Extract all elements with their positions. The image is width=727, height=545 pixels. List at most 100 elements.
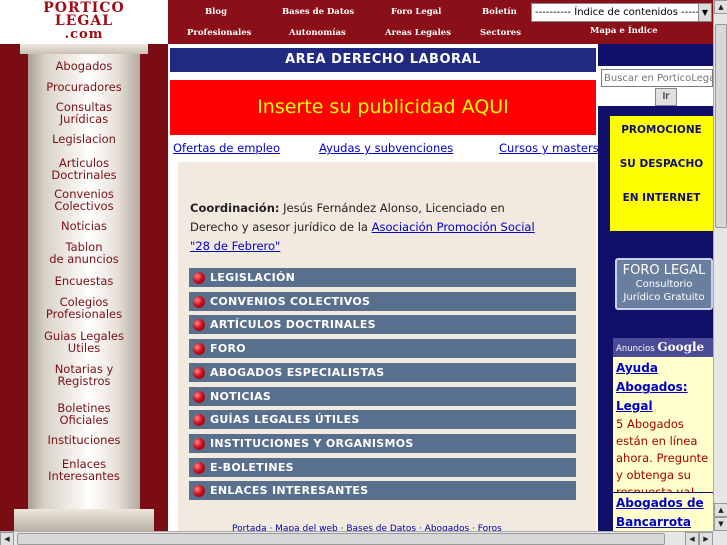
sidebar-item-tablon[interactable]: Tablon de anuncios (28, 241, 140, 265)
sidebar-item-label: Encuestas (54, 274, 114, 288)
menu-item[interactable]: CONVENIOS COLECTIVOS (189, 291, 576, 311)
sidebar-item-label: Instituciones (47, 433, 121, 447)
sidebar-item-label: Consultas Jurídicas (55, 100, 113, 126)
chevron-down-icon[interactable]: ▼ (698, 4, 711, 21)
foro-legal-banner[interactable]: FORO LEGAL Consultorio Jurídico Gratuito (615, 258, 713, 310)
topnav-link[interactable]: Boletín (482, 7, 517, 17)
bullet-ball-icon (193, 343, 205, 356)
foro-title: FORO LEGAL (622, 263, 706, 278)
link-cursos-masters[interactable]: Cursos y masters (499, 141, 599, 155)
horizontal-scrollbar[interactable]: ◀ ◀ ▶ (0, 531, 713, 545)
promo-line-2: SU DESPACHO (619, 158, 704, 170)
sidebar-item-procuradores[interactable]: Procuradores (28, 81, 140, 93)
sidebar-item-label: Noticias (61, 219, 107, 233)
menu-item[interactable]: GUÍAS LEGALES ÚTILES (189, 410, 576, 430)
site-logo[interactable]: PORTICO LEGAL .com (0, 0, 168, 44)
scroll-right-icon[interactable]: ▶ (699, 532, 713, 545)
sidebar-item-label: Guias Legales Utiles (44, 329, 124, 355)
ad-1[interactable]: Ayuda Abogados: Legal 5 Abogados están e… (613, 357, 713, 492)
scroll-left-icon[interactable]: ◀ (0, 532, 14, 545)
link-ayudas-subvenciones[interactable]: Ayudas y subvenciones (319, 141, 453, 155)
topnav-link[interactable]: Areas Legales (385, 28, 451, 38)
sidebar-item-abogados[interactable]: Abogados (28, 60, 140, 72)
left-sidebar: PORTICO LEGAL .com Abogados Procuradores C… (0, 0, 168, 531)
sidebar-item-label: Notarias y Registros (54, 362, 114, 388)
scroll-left-icon[interactable]: ◀ (685, 532, 699, 545)
sidebar-item-colegios[interactable]: Colegios Profesionales (28, 296, 140, 320)
menu-item[interactable]: NOTICIAS (189, 386, 576, 406)
sidebar-item-instituciones[interactable]: Instituciones (28, 434, 140, 446)
vertical-scrollbar[interactable]: ▲ ▲ ▼ (713, 0, 727, 531)
menu-item-label: FORO (210, 342, 246, 356)
sidebar-item-noticias[interactable]: Noticias (28, 220, 140, 232)
sidebar-item-boletines[interactable]: Boletines Oficiales (28, 402, 140, 426)
menu-item[interactable]: ABOGADOS ESPECIALISTAS (189, 362, 576, 382)
column-base (14, 509, 154, 531)
contents-index-select[interactable]: ---------- Índice de contenidos ------ (531, 3, 712, 22)
page-title: AREA DERECHO LABORAL (170, 48, 596, 72)
ads-brand: Google (657, 340, 705, 354)
sidebar-item-encuestas[interactable]: Encuestas (28, 275, 140, 287)
scrollbar-corner (713, 531, 727, 545)
sidebar-item-guias-legales[interactable]: Guias Legales Utiles (28, 330, 140, 354)
scroll-up-icon[interactable]: ▲ (714, 503, 727, 517)
topnav-link[interactable]: Sectores (480, 28, 521, 38)
ad-1-title[interactable]: Ayuda Abogados: Legal (616, 359, 710, 416)
menu-item[interactable]: LEGISLACIÓN (189, 268, 576, 287)
menu-item[interactable]: FORO (189, 339, 576, 359)
column-capital (20, 44, 148, 54)
horizontal-scroll-thumb[interactable] (17, 533, 665, 545)
sidebar-item-legislacion[interactable]: Legislacion (28, 133, 140, 145)
vertical-scroll-thumb[interactable] (715, 24, 727, 228)
right-sidebar: Ir PROMOCIONE SU DESPACHO EN INTERNET FO… (598, 44, 713, 531)
bullet-ball-icon (193, 437, 205, 450)
sidebar-item-label: Enlaces Interesantes (48, 457, 120, 483)
ad-2[interactable]: Abogados de Bancarrota (613, 492, 713, 531)
menu-item-label: LEGISLACIÓN (210, 271, 296, 284)
bullet-ball-icon (193, 295, 205, 308)
bullet-ball-icon (193, 461, 205, 474)
menu-item[interactable]: ENLACES INTERESANTES (189, 481, 576, 501)
sidebar-item-articulos[interactable]: Articulos Doctrinales (28, 157, 140, 181)
sidebar-item-consultas[interactable]: Consultas Jurídicas (28, 101, 140, 125)
link-ofertas-empleo[interactable]: Ofertas de empleo (173, 141, 280, 155)
sidebar-item-label: Procuradores (46, 80, 122, 94)
bullet-ball-icon (193, 366, 205, 379)
menu-item-label: ENLACES INTERESANTES (210, 484, 369, 498)
ad-2-title[interactable]: Abogados de Bancarrota (616, 494, 710, 531)
sidebar-item-enlaces[interactable]: Enlaces Interesantes (28, 458, 140, 482)
topnav-link[interactable]: Blog (205, 7, 227, 17)
menu-item[interactable]: ARTÍCULOS DOCTRINALES (189, 315, 576, 335)
sidebar-item-label: Abogados (55, 59, 113, 73)
topnav-link[interactable]: Autonomías (289, 28, 346, 38)
sidebar-item-convenios[interactable]: Convenios Colectivos (28, 188, 140, 212)
sidebar-item-label: Articulos Doctrinales (51, 156, 117, 182)
search-go-button[interactable]: Ir (655, 88, 677, 106)
sidebar-item-label: Colegios Profesionales (45, 295, 123, 321)
promo-line-3: EN INTERNET (622, 192, 701, 204)
sidebar-item-notarias-y[interactable]: Notarias y Registros (28, 363, 140, 387)
ad-banner[interactable]: Inserte su publicidad AQUI (170, 80, 596, 135)
sidebar-item-label: Tablon de anuncios (49, 240, 119, 266)
menu-item[interactable]: INSTITUCIONES Y ORGANISMOS (189, 433, 576, 453)
page: PORTICO LEGAL .com Abogados Procuradores C… (0, 0, 727, 545)
topnav-link[interactable]: Bases de Datos (282, 7, 354, 17)
search-input[interactable] (601, 69, 713, 87)
topnav-link[interactable]: Mapa e Índice (590, 26, 658, 36)
bullet-ball-icon (193, 485, 205, 498)
ad-1-text: 5 Abogados están en línea ahora. Pregunt… (616, 417, 709, 492)
coord-label: Coordinación: (190, 201, 280, 215)
ads-label: Anuncios (616, 344, 655, 354)
main-content: AREA DERECHO LABORAL Inserte su publicid… (168, 44, 599, 534)
scroll-up-icon[interactable]: ▲ (714, 0, 727, 14)
topnav-link[interactable]: Foro Legal (391, 7, 441, 17)
bullet-ball-icon (193, 390, 205, 403)
sidebar-item-label: Legislacion (52, 132, 116, 146)
scroll-down-icon[interactable]: ▼ (714, 517, 727, 531)
promo-banner[interactable]: PROMOCIONE SU DESPACHO EN INTERNET (610, 116, 713, 231)
menu-item-label: ARTÍCULOS DOCTRINALES (210, 318, 376, 332)
menu-item-label: INSTITUCIONES Y ORGANISMOS (210, 436, 414, 450)
menu-item[interactable]: E-BOLETINES (189, 457, 576, 477)
topnav-link[interactable]: Profesionales (187, 28, 251, 38)
bullet-ball-icon (193, 414, 205, 427)
